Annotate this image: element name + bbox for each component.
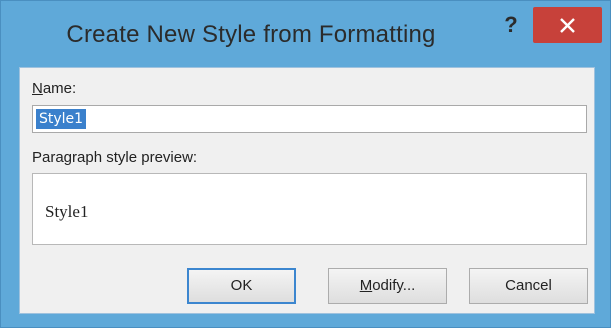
- dialog-body: Name: Style1 Paragraph style preview: St…: [19, 67, 595, 314]
- preview-label: Paragraph style preview:: [32, 149, 198, 166]
- dialog-window: Create New Style from Formatting ? Name:…: [0, 0, 611, 328]
- name-label: Name:: [32, 80, 77, 97]
- cancel-button[interactable]: Cancel: [469, 268, 588, 304]
- dialog-title: Create New Style from Formatting: [66, 21, 436, 48]
- name-input[interactable]: Style1: [32, 105, 587, 133]
- help-button[interactable]: ?: [491, 11, 531, 39]
- modify-button[interactable]: Modify...: [328, 268, 447, 304]
- close-button[interactable]: [533, 7, 602, 43]
- paragraph-style-preview: Style1: [32, 173, 587, 245]
- close-icon: [560, 18, 575, 33]
- name-input-selected-text: Style1: [36, 109, 87, 129]
- title-bar[interactable]: Create New Style from Formatting ?: [1, 1, 610, 71]
- preview-text: Style1: [45, 202, 89, 221]
- ok-button[interactable]: OK: [187, 268, 296, 304]
